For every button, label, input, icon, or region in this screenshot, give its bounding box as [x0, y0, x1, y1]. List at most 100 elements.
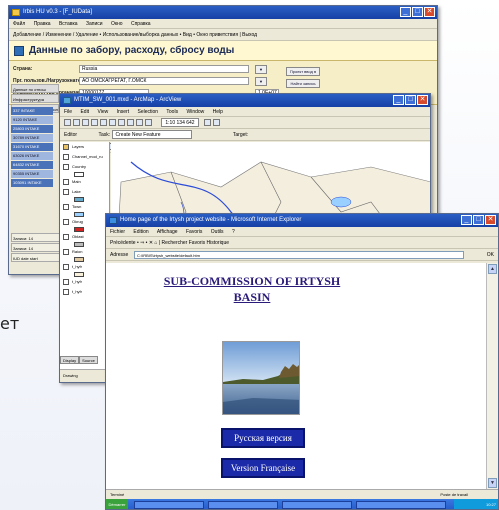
menu-item[interactable]: Insert — [117, 109, 130, 115]
page-scrollbar[interactable]: ▲ ▼ — [486, 263, 498, 489]
irbis-titlebar[interactable]: Irbis HU v0.3 - [F_IUData] _ □ ✕ — [9, 6, 437, 19]
minimize-button[interactable]: _ — [393, 95, 404, 105]
menu-item[interactable]: Справка — [131, 21, 151, 27]
menu-item[interactable]: Fichier — [110, 229, 125, 235]
menu-item[interactable]: Правка — [34, 21, 51, 27]
address-input[interactable]: C:\IRBIS\irtysh_website\default.htm — [134, 251, 464, 259]
layer-checkbox[interactable] — [63, 154, 69, 160]
dropdown-button[interactable]: ▼ — [255, 77, 267, 86]
close-button[interactable]: ✕ — [417, 95, 428, 105]
layer-item[interactable]: Raion — [60, 247, 109, 257]
editor-menu[interactable]: Editor — [64, 132, 77, 138]
layer-item[interactable]: Town — [60, 202, 109, 212]
maximize-button[interactable]: □ — [412, 7, 423, 17]
copy-icon[interactable] — [109, 119, 116, 126]
tab-display[interactable]: Display — [60, 356, 80, 364]
nav-toolbar-text[interactable]: Précédente • ⇒ • ✕ ⌂ | Rechercher Favori… — [110, 240, 229, 246]
cut-icon[interactable] — [100, 119, 107, 126]
menu-item[interactable]: Outils — [211, 229, 224, 235]
menu-item[interactable]: View — [97, 109, 108, 115]
maximize-button[interactable]: □ — [473, 215, 484, 225]
taskbar-item[interactable] — [282, 501, 352, 509]
layer-checkbox[interactable] — [63, 249, 69, 255]
arcmap-titlebar[interactable]: MTIM_SW_001.mxd - ArcMap - ArcView _ □ ✕ — [60, 94, 430, 107]
layer-item[interactable]: t_hyfr — [60, 277, 109, 287]
layer-checkbox[interactable] — [63, 219, 69, 225]
layer-checkbox[interactable] — [63, 234, 69, 240]
layer-checkbox[interactable] — [63, 189, 69, 195]
close-button[interactable]: ✕ — [485, 215, 496, 225]
minimize-button[interactable]: _ — [461, 215, 472, 225]
editor-tool-icon[interactable] — [203, 119, 211, 126]
tab-item[interactable]: Данные по отнош — [11, 84, 59, 93]
menu-item[interactable]: Favoris — [186, 229, 202, 235]
scroll-down-button[interactable]: ▼ — [488, 478, 497, 488]
grid-cell[interactable]: 25803 INTAKE — [11, 125, 53, 133]
maximize-button[interactable]: □ — [405, 95, 416, 105]
grid-cell[interactable]: 103091 INTAKE — [11, 179, 53, 187]
new-record-button[interactable]: Проект ввод в — [286, 67, 320, 76]
grid-cell[interactable]: 90355 INTAKE — [11, 170, 53, 178]
layer-checkbox[interactable] — [63, 289, 69, 295]
menu-item[interactable]: Tools — [166, 109, 178, 115]
grid-cell[interactable]: 9120 INTAKE — [11, 116, 53, 124]
task-dropdown[interactable]: Create New Feature — [111, 130, 192, 139]
tab-item[interactable]: Инфраструктура — [11, 94, 59, 103]
go-button[interactable]: OK — [487, 251, 494, 259]
drawing-menu[interactable]: Drawing — [63, 373, 78, 378]
irbis-toolbar-text[interactable]: Добавление / Изменение / Удаление • Испо… — [13, 32, 257, 38]
taskbar-item[interactable] — [134, 501, 204, 509]
browser-window[interactable]: Home page of the Irtysh project website … — [105, 213, 499, 510]
redo-icon[interactable] — [145, 119, 152, 126]
layer-item[interactable]: Okrug — [60, 217, 109, 227]
menu-item[interactable]: Edition — [133, 229, 148, 235]
delete-icon[interactable] — [127, 119, 134, 126]
menu-item[interactable]: Affichage — [157, 229, 178, 235]
layer-checkbox[interactable] — [63, 279, 69, 285]
scale-box[interactable]: 1:10 134 642 — [161, 118, 199, 127]
layer-checkbox[interactable] — [63, 164, 69, 170]
grid-cell[interactable]: 64832 INTAKE — [11, 161, 53, 169]
open-icon[interactable] — [73, 119, 80, 126]
new-icon[interactable] — [64, 119, 71, 126]
layer-checkbox[interactable] — [63, 264, 69, 270]
menu-item[interactable]: Вставка — [59, 21, 78, 27]
save-icon[interactable] — [82, 119, 89, 126]
dropdown-button[interactable]: ▼ — [255, 65, 267, 74]
menu-item[interactable]: Записи — [86, 21, 103, 27]
country-field[interactable]: Russia — [79, 65, 249, 73]
identify-icon[interactable] — [212, 119, 220, 126]
russian-version-button[interactable]: Русская версия — [221, 428, 305, 448]
start-button[interactable]: Démarrer — [106, 499, 128, 509]
layer-item[interactable]: t_hyfr — [60, 262, 109, 272]
taskbar-item[interactable] — [208, 501, 278, 509]
layer-item[interactable]: Lake — [60, 187, 109, 197]
grid-cell[interactable]: 31670 INTAKE — [11, 143, 53, 151]
minimize-button[interactable]: _ — [400, 7, 411, 17]
layers-root[interactable]: Layers — [60, 142, 109, 152]
layer-checkbox[interactable] — [63, 204, 69, 210]
menu-item[interactable]: Window — [186, 109, 204, 115]
scroll-up-button[interactable]: ▲ — [488, 264, 497, 274]
layer-item[interactable]: Main — [60, 177, 109, 187]
browser-titlebar[interactable]: Home page of the Irtysh project website … — [106, 214, 498, 227]
grid-cell[interactable]: 63026 INTAKE — [11, 152, 53, 160]
menu-item[interactable]: ? — [232, 229, 235, 235]
layer-item[interactable]: t_hyfr — [60, 287, 109, 297]
paste-icon[interactable] — [118, 119, 125, 126]
menu-item[interactable]: File — [64, 109, 72, 115]
grid-cell[interactable]: 30789 INTAKE — [11, 134, 53, 142]
menu-item[interactable]: Окно — [111, 21, 123, 27]
find-record-button[interactable]: Найти запись — [286, 79, 320, 88]
tab-source[interactable]: Source — [79, 356, 98, 364]
record-count[interactable]: Записи: 14 — [11, 233, 61, 242]
user-field[interactable]: АО ОМСКАГРЕГАТ, Г.ОМСК — [79, 77, 249, 85]
layer-item[interactable]: Channel_mod_ru — [60, 152, 109, 162]
menu-item[interactable]: Selection — [138, 109, 159, 115]
menu-item[interactable]: Help — [213, 109, 223, 115]
close-button[interactable]: ✕ — [424, 7, 435, 17]
menu-item[interactable]: Edit — [80, 109, 89, 115]
undo-icon[interactable] — [136, 119, 143, 126]
record-count[interactable]: Записи: 14 — [11, 243, 61, 252]
layer-item[interactable]: Country — [60, 162, 109, 172]
